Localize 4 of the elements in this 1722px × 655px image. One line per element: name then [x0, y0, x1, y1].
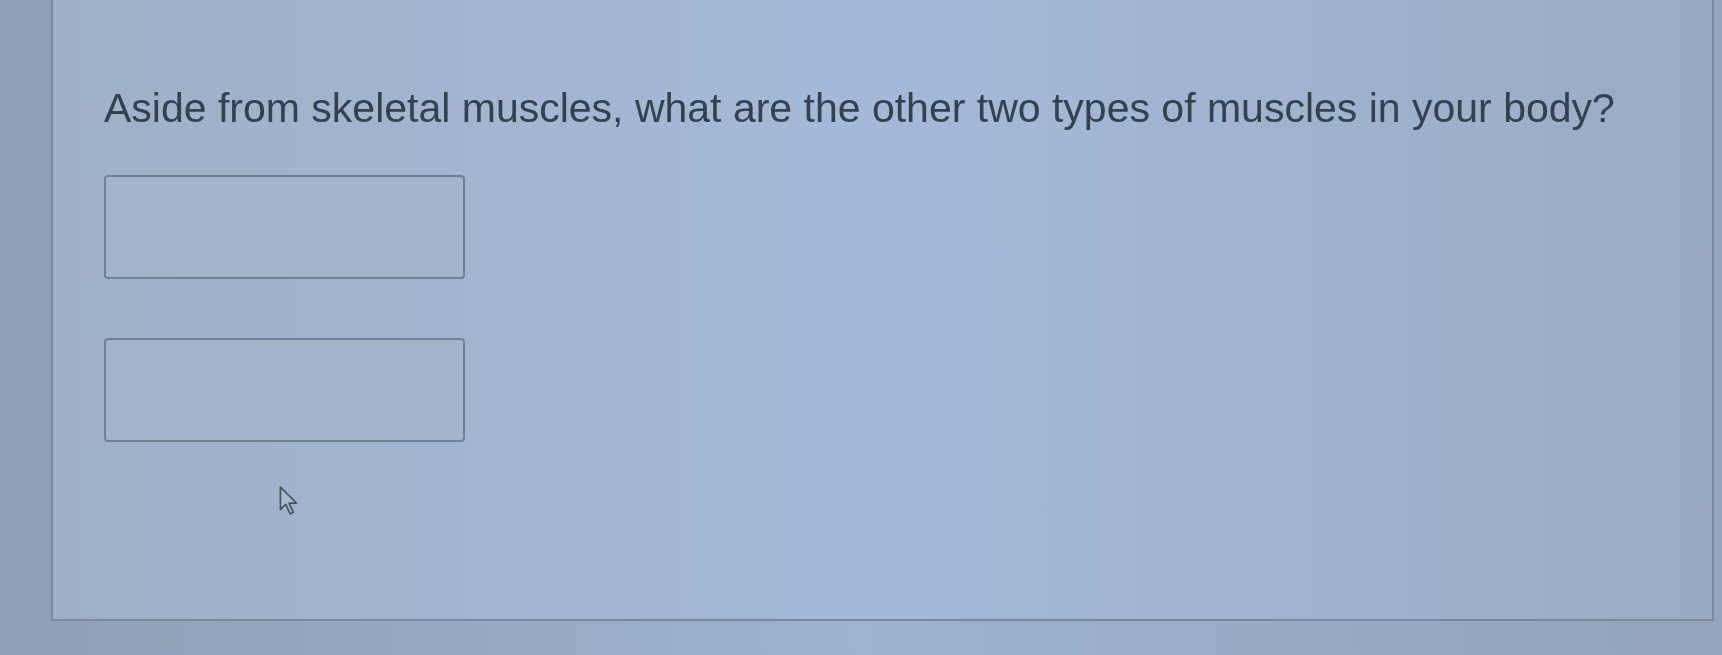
- question-text: Aside from skeletal muscles, what are the other two types of muscles in your body?: [104, 84, 1615, 132]
- mouse-pointer-icon: [279, 486, 299, 515]
- answer-box[interactable]: [104, 175, 465, 279]
- answer-box[interactable]: [104, 338, 465, 442]
